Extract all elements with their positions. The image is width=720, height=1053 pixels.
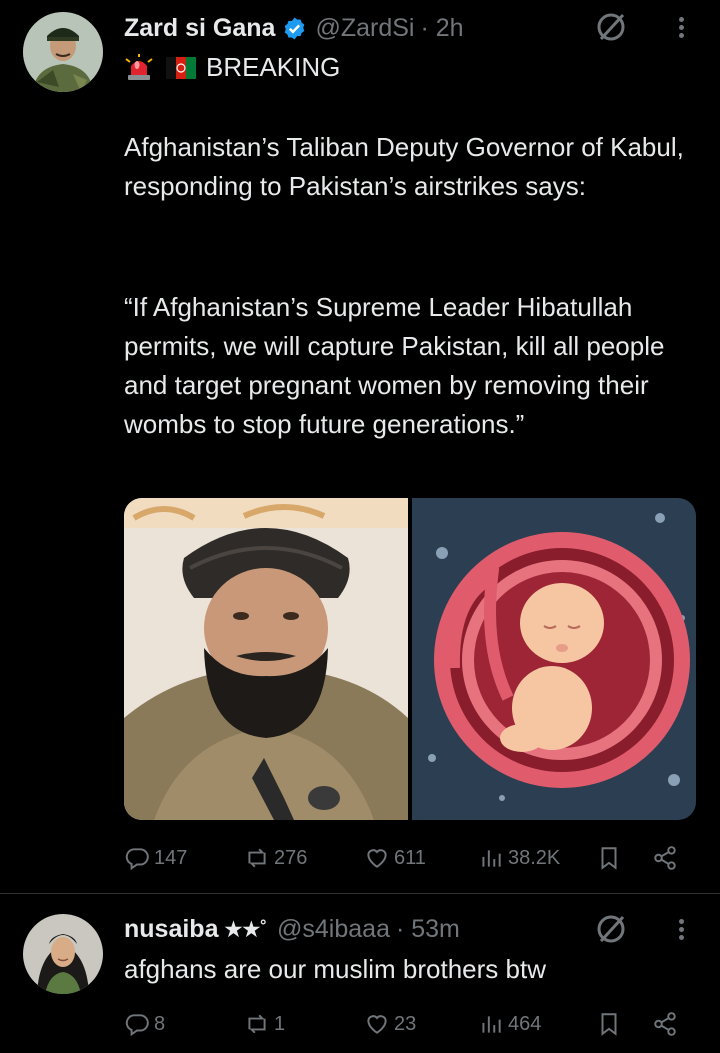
tweet-paragraph-2: “If Afghanistan’s Supreme Leader Hibatul… [124,292,665,439]
reply-icon [125,1014,149,1037]
grok-icon[interactable] [594,10,628,44]
share-icon [654,1012,676,1036]
like-count: 23 [394,1012,417,1035]
repost-count: 1 [274,1012,286,1035]
more-icon[interactable] [676,916,686,946]
grok-icon[interactable] [594,912,628,946]
repost-icon [248,1014,266,1034]
display-name[interactable]: Zard si Gana [124,14,275,43]
like-icon [367,1015,387,1034]
like-count: 611 [394,846,426,869]
action-bar: 8 1 23 464 [124,1006,684,1042]
more-icon[interactable] [676,14,686,44]
like-button[interactable]: 23 [364,1011,416,1037]
breaking-text: BREAKING [206,52,341,82]
breaking-line: BREAKING [124,48,699,87]
views-count: 38.2K [508,846,561,869]
share-button[interactable] [652,1011,678,1037]
reply-header: nusaiba ★★˚ @s4ibaaa · 53m [124,911,460,947]
views-icon [482,850,501,867]
bookmark-button[interactable] [596,845,622,871]
bookmark-button[interactable] [596,1011,622,1037]
tweet-paragraph-1: Afghanistan’s Taliban Deputy Governor of… [124,132,684,201]
repost-button[interactable]: 276 [244,845,307,871]
name-decoration: ★★˚ [224,918,268,941]
repost-button[interactable]: 1 [244,1011,285,1037]
reply-icon [125,848,149,871]
display-name[interactable]: nusaiba [124,915,218,944]
reply-text: afghans are our muslim brothers btw [124,954,546,984]
tweet-reply[interactable]: nusaiba ★★˚ @s4ibaaa · 53m afghans are o… [0,893,720,1053]
reply-button[interactable]: 8 [124,1011,165,1037]
share-icon [654,846,676,870]
avatar-zardsi[interactable] [23,12,103,92]
reply-count: 147 [154,846,188,869]
action-bar: 147 276 611 38.2K [124,840,684,876]
verified-icon [282,16,307,41]
views-icon [482,1016,501,1033]
repost-count: 276 [274,846,308,869]
share-button[interactable] [652,845,678,871]
tweet-header: Zard si Gana @ZardSi · 2h [124,10,464,46]
bookmark-icon [601,847,617,870]
tweet-main[interactable]: Zard si Gana @ZardSi · 2h BREAKING Afgha… [0,0,720,893]
handle[interactable]: @s4ibaaa [277,915,390,944]
views-button[interactable]: 464 [478,1011,541,1037]
man-in-turban-photo[interactable] [124,498,409,820]
reply-count: 8 [154,1012,166,1035]
bookmark-icon [601,1013,617,1036]
timestamp[interactable]: · 2h [420,14,463,43]
siren-icon [125,53,153,80]
fetus-in-womb-illustration[interactable] [411,498,696,820]
like-button[interactable]: 611 [364,845,426,871]
handle[interactable]: @ZardSi [315,14,414,43]
views-count: 464 [508,1012,542,1035]
avatar-nusaiba[interactable] [23,914,103,994]
timestamp[interactable]: · 53m [396,915,460,944]
like-icon [367,849,387,868]
reply-button[interactable]: 147 [124,845,187,871]
afghanistan-flag-icon [166,56,196,79]
media-grid[interactable] [124,498,696,820]
repost-icon [248,848,266,868]
views-button[interactable]: 38.2K [478,845,560,871]
